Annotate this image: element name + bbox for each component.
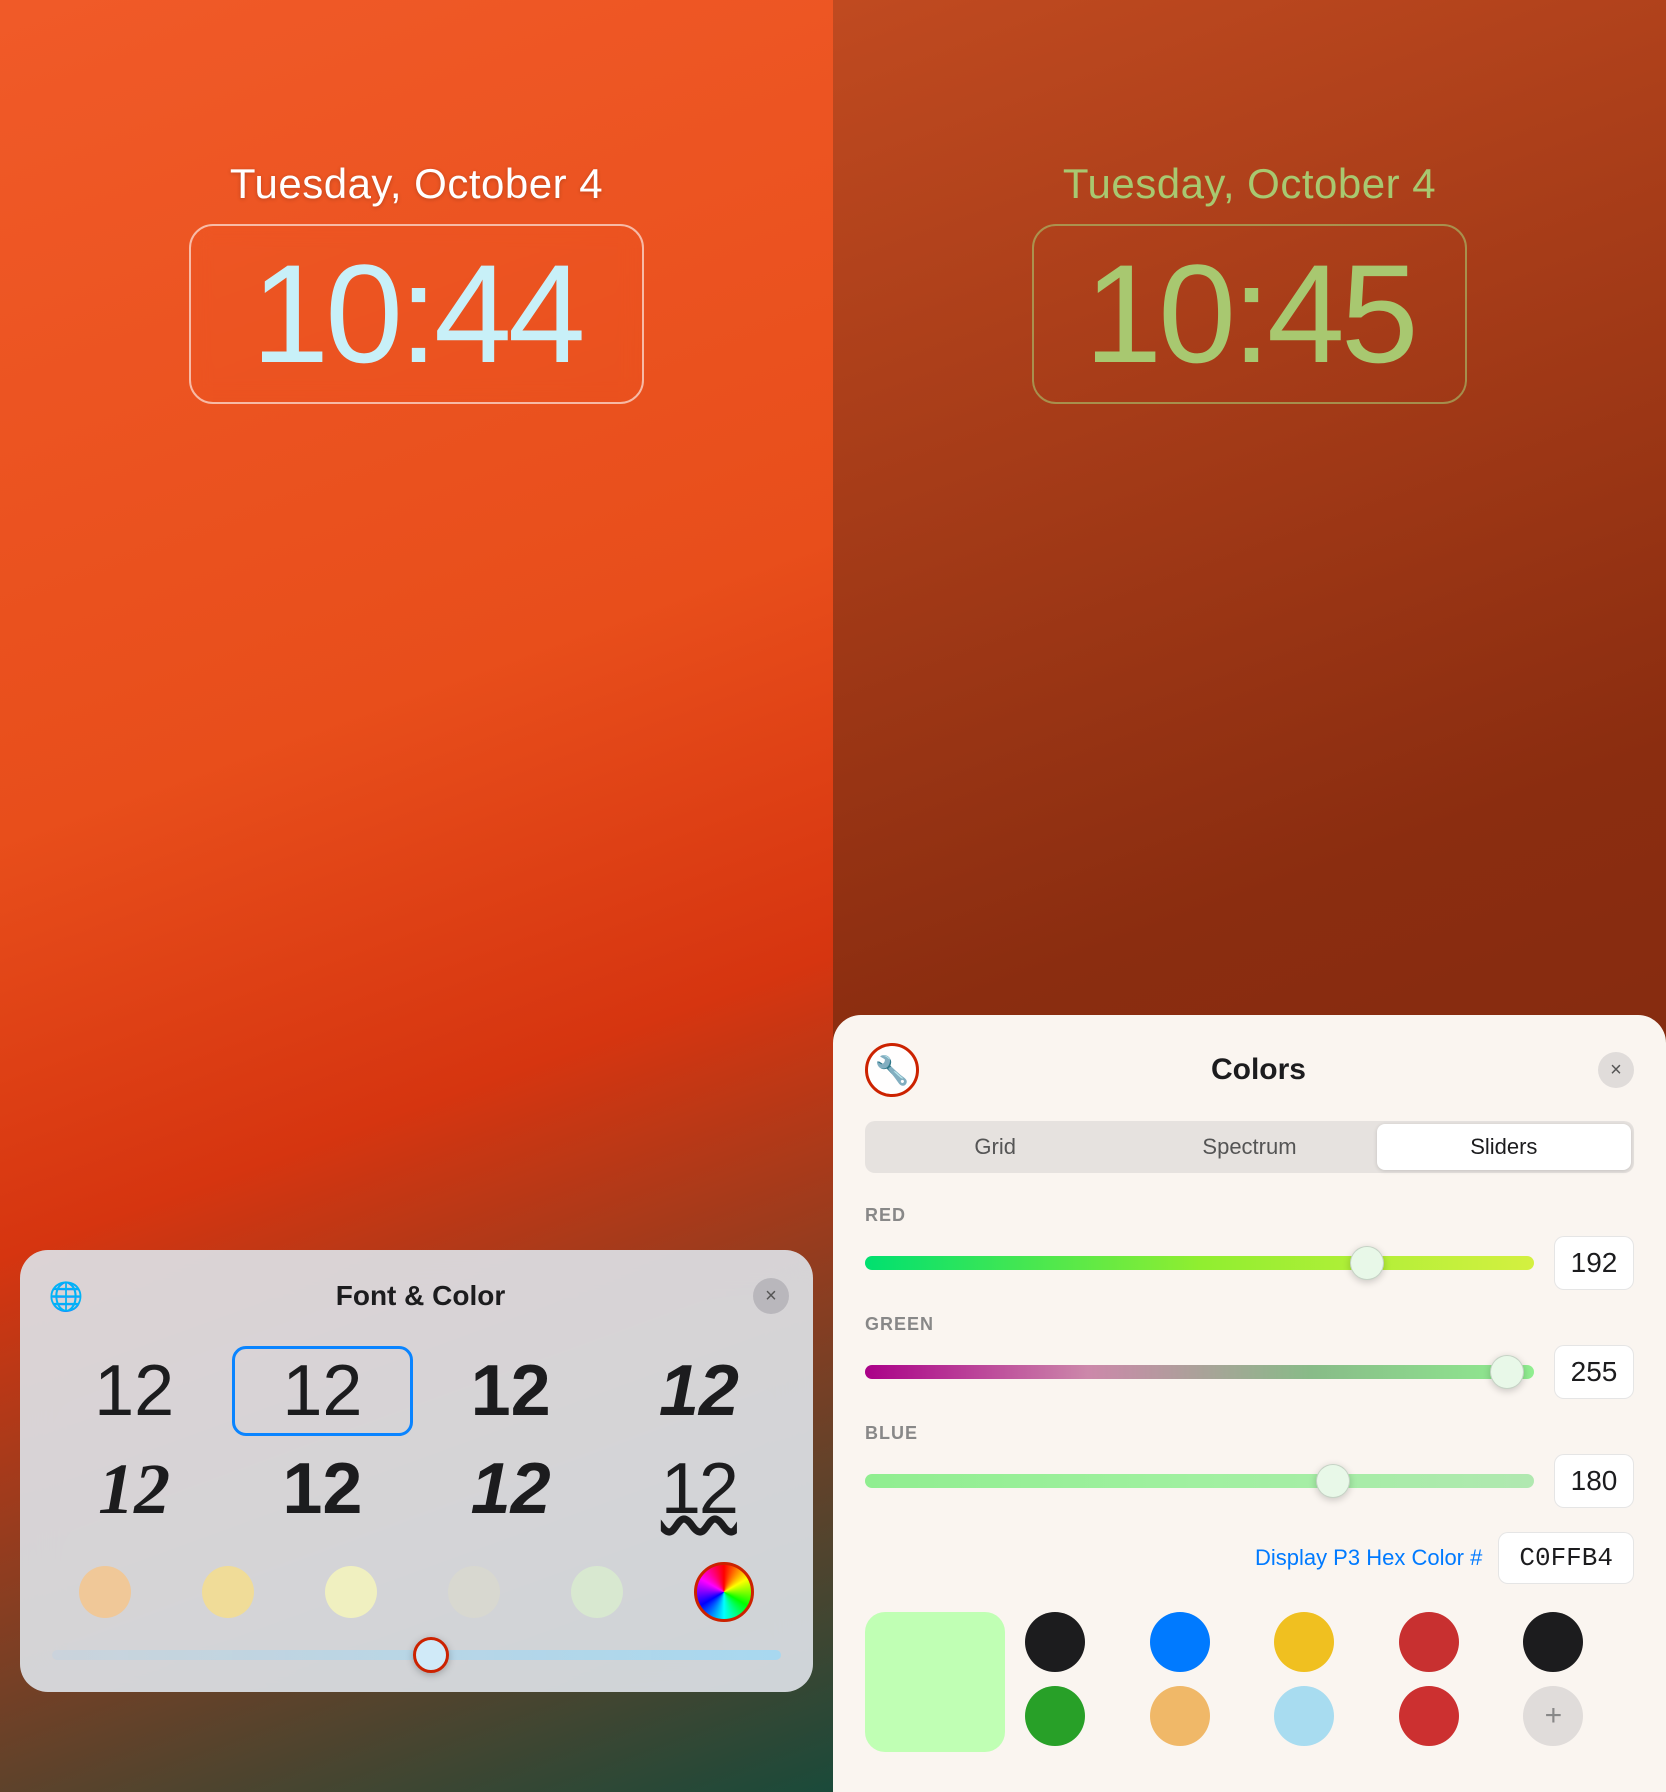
palette-dot-light-blue[interactable] — [1274, 1686, 1334, 1746]
font-option-semibold[interactable]: 12 — [421, 1346, 601, 1436]
opacity-slider-row — [44, 1650, 789, 1660]
opacity-thumb[interactable] — [413, 1637, 449, 1673]
font-grid: 12 12 12 12 12 12 12 12 — [44, 1346, 789, 1534]
font-option-bold-italic[interactable]: 12 — [609, 1346, 789, 1436]
palette-dot-black-2[interactable] — [1523, 1612, 1583, 1672]
color-dot-spectrum[interactable] — [694, 1562, 754, 1622]
segment-control: Grid Spectrum Sliders — [865, 1121, 1634, 1173]
red-slider-thumb[interactable] — [1350, 1246, 1384, 1280]
color-dot-1[interactable] — [79, 1566, 131, 1618]
red-slider-row: 192 — [865, 1236, 1634, 1290]
font-color-close-button[interactable]: × — [753, 1278, 789, 1314]
green-label: GREEN — [865, 1314, 1634, 1335]
opacity-track[interactable] — [52, 1650, 781, 1660]
blue-slider-track[interactable] — [865, 1474, 1534, 1488]
left-date: Tuesday, October 4 — [230, 160, 603, 208]
font-color-header: 🌐 Font & Color × — [44, 1274, 789, 1318]
right-clock-content: Tuesday, October 4 10:45 — [833, 0, 1666, 404]
palette-dot-blue[interactable] — [1150, 1612, 1210, 1672]
left-clock-content: Tuesday, October 4 10:44 — [0, 0, 833, 404]
hex-label[interactable]: Display P3 Hex Color # — [1255, 1545, 1482, 1571]
green-slider-section: GREEN 255 — [865, 1314, 1634, 1399]
palette-add-button[interactable]: + — [1523, 1686, 1583, 1746]
green-slider-row: 255 — [865, 1345, 1634, 1399]
left-time: 10:44 — [251, 244, 581, 384]
colors-title: Colors — [1211, 1053, 1306, 1087]
selected-color-swatch[interactable] — [865, 1612, 1005, 1752]
colors-header: 🔧 Colors × — [865, 1043, 1634, 1097]
tab-spectrum[interactable]: Spectrum — [1122, 1124, 1376, 1170]
palette-dot-orange[interactable] — [1150, 1686, 1210, 1746]
palette-dot-black-1[interactable] — [1025, 1612, 1085, 1672]
font-option-regular[interactable]: 12 — [232, 1346, 412, 1436]
hex-value[interactable]: C0FFB4 — [1498, 1532, 1634, 1584]
green-slider-track[interactable] — [865, 1365, 1534, 1379]
colors-close-button[interactable]: × — [1598, 1052, 1634, 1088]
font-option-black[interactable]: 12 — [232, 1444, 412, 1534]
color-dots-row — [44, 1562, 789, 1622]
font-option-light[interactable]: 12 — [44, 1346, 224, 1436]
font-option-serif[interactable]: 12 — [44, 1444, 224, 1534]
palette-dot-green[interactable] — [1025, 1686, 1085, 1746]
font-color-panel: 🌐 Font & Color × 12 12 12 12 12 12 12 12 — [20, 1250, 813, 1692]
color-dot-2[interactable] — [202, 1566, 254, 1618]
right-panel: Tuesday, October 4 10:45 🔧 Colors × Grid… — [833, 0, 1666, 1792]
blue-slider-value: 180 — [1554, 1454, 1634, 1508]
red-label: RED — [865, 1205, 1634, 1226]
right-date: Tuesday, October 4 — [1063, 160, 1436, 208]
blue-slider-section: BLUE 180 — [865, 1423, 1634, 1508]
font-color-title: Font & Color — [336, 1280, 506, 1312]
left-panel: Tuesday, October 4 10:44 🌐 Font & Color … — [0, 0, 833, 1792]
red-slider-value: 192 — [1554, 1236, 1634, 1290]
color-dot-5[interactable] — [571, 1566, 623, 1618]
right-time: 10:45 — [1084, 244, 1414, 384]
red-slider-track[interactable] — [865, 1256, 1534, 1270]
colors-panel: 🔧 Colors × Grid Spectrum Sliders RED 192… — [833, 1015, 1666, 1792]
eyedropper-button[interactable]: 🔧 — [865, 1043, 919, 1097]
palette-dot-red-2[interactable] — [1399, 1686, 1459, 1746]
font-option-small-caps[interactable]: 12 — [609, 1444, 789, 1534]
blue-label: BLUE — [865, 1423, 1634, 1444]
color-swatch-section: + — [865, 1612, 1634, 1752]
palette-dot-red-1[interactable] — [1399, 1612, 1459, 1672]
blue-slider-thumb[interactable] — [1316, 1464, 1350, 1498]
right-time-box: 10:45 — [1032, 224, 1466, 404]
tab-grid[interactable]: Grid — [868, 1124, 1122, 1170]
tab-sliders[interactable]: Sliders — [1377, 1124, 1631, 1170]
color-dot-3[interactable] — [325, 1566, 377, 1618]
left-time-box: 10:44 — [189, 224, 643, 404]
hex-row: Display P3 Hex Color # C0FFB4 — [865, 1532, 1634, 1584]
blue-slider-row: 180 — [865, 1454, 1634, 1508]
green-slider-thumb[interactable] — [1490, 1355, 1524, 1389]
color-dot-4[interactable] — [448, 1566, 500, 1618]
globe-icon[interactable]: 🌐 — [44, 1274, 88, 1318]
green-slider-value: 255 — [1554, 1345, 1634, 1399]
red-slider-section: RED 192 — [865, 1205, 1634, 1290]
color-palette: + — [1025, 1612, 1634, 1746]
font-option-medium-italic[interactable]: 12 — [421, 1444, 601, 1534]
palette-dot-yellow[interactable] — [1274, 1612, 1334, 1672]
